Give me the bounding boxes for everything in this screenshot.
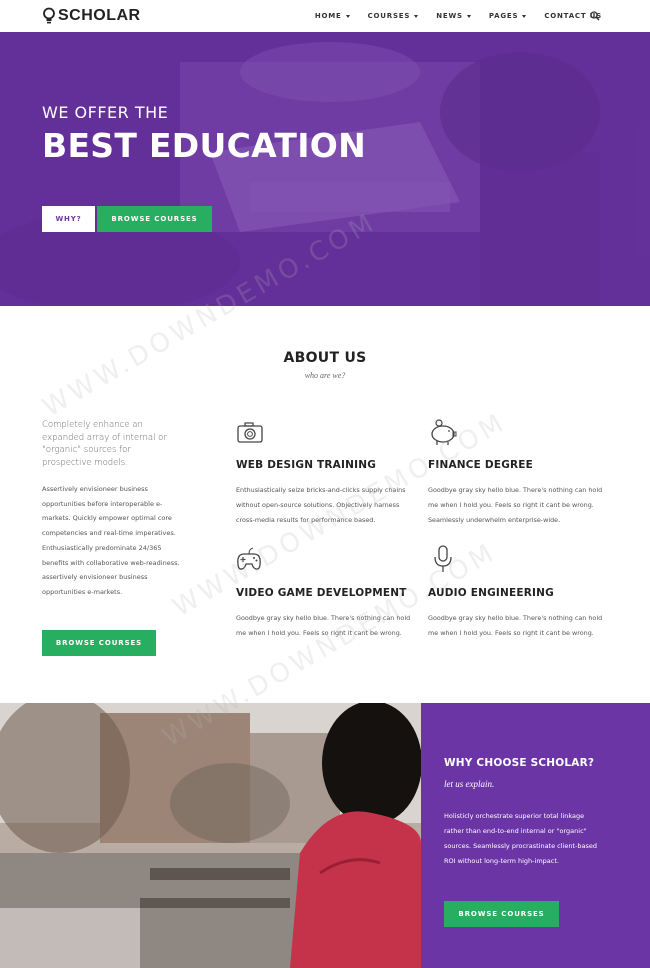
menu-item-home[interactable]: HOME [315,12,350,20]
feature-title-audio: AUDIO ENGINEERING [428,587,554,599]
hero-banner: WE OFFER THE BEST EDUCATION WHY? BROWSE … [0,32,650,306]
search-icon[interactable] [590,11,600,21]
about-lead-text: Completely enhance an expanded array of … [42,420,167,468]
why-choose-text: Holisticly orchestrate superior total li… [444,812,597,865]
feature-text-web-design: Enthusiastically seize bricks-and-clicks… [236,486,406,524]
student-photo [0,703,421,968]
menu-item-label: COURSES [367,12,411,20]
about-title: ABOUT US [283,350,367,366]
lightbulb-icon [43,7,55,24]
why-choose-subtitle: let us explain. [444,779,495,789]
hero-overlay [0,32,650,306]
why-choose-section: WHY CHOOSE SCHOLAR? let us explain. Holi… [0,703,650,968]
hero-browse-courses-button[interactable]: BROWSE COURSES [97,206,212,232]
why-choose-title: WHY CHOOSE SCHOLAR? [444,757,595,769]
menu-item-pages[interactable]: PAGES [488,12,527,20]
menu-item-label: NEWS [436,12,463,20]
feature-title-finance: FINANCE DEGREE [428,459,534,471]
menu-item-label: PAGES [488,12,519,20]
logo-text: SCHOLAR [58,7,141,24]
site-logo[interactable]: SCHOLAR [42,5,141,27]
caret-down-icon [345,14,350,18]
menu-item-news[interactable]: NEWS [436,12,471,20]
caret-down-icon [414,14,419,18]
feature-text-finance: Goodbye gray sky hello blue. There's not… [428,486,603,524]
microphone-icon [434,545,452,572]
top-navbar: SCHOLAR HOME COURSES NEWS PAGES CONTACT … [0,0,650,32]
main-menu: HOME COURSES NEWS PAGES CONTACT US [297,0,602,32]
caret-down-icon [466,14,471,18]
feature-text-audio: Goodbye gray sky hello blue. There's not… [428,614,603,637]
hero-title: BEST EDUCATION [42,126,367,165]
feature-title-web-design: WEB DESIGN TRAINING [236,459,377,471]
caret-down-icon [522,14,527,18]
gamepad-icon [237,547,261,570]
hero-subtitle: WE OFFER THE [42,103,169,122]
piggy-bank-icon [431,419,457,445]
menu-item-courses[interactable]: COURSES [368,12,419,20]
why-choose-panel: WHY CHOOSE SCHOLAR? let us explain. Holi… [421,703,650,968]
feature-text-video-game: Goodbye gray sky hello blue. There's not… [236,614,411,637]
feature-title-video-game: VIDEO GAME DEVELOPMENT [236,587,407,599]
why-browse-courses-button[interactable]: BROWSE COURSES [444,901,559,927]
about-browse-courses-button[interactable]: BROWSE COURSES [42,630,156,656]
camera-icon [237,422,263,443]
about-body-text: Assertively envisioneer business opportu… [42,485,180,596]
menu-item-label: HOME [314,12,342,20]
why-button[interactable]: WHY? [42,206,95,232]
about-subtitle: who are we? [304,371,346,380]
